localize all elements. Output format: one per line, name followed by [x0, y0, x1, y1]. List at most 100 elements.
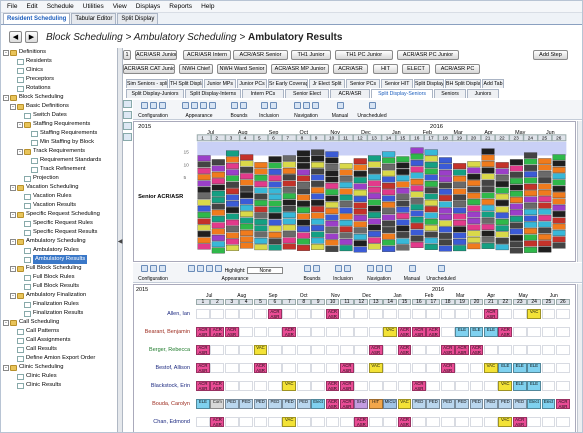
empty-cell[interactable]	[196, 417, 210, 427]
empty-cell[interactable]	[296, 345, 311, 355]
empty-cell[interactable]	[196, 309, 210, 319]
schedule-block-cell[interactable]	[552, 192, 566, 199]
schedule-block-cell[interactable]	[438, 220, 452, 227]
schedule-block-cell[interactable]	[367, 205, 381, 212]
schedule-block-cell[interactable]	[353, 234, 367, 240]
sidebar-item-ambulatory-finalization[interactable]: - Ambulatory Finalization	[1, 291, 117, 300]
schedule-block-cell[interactable]	[410, 223, 424, 230]
schedule-block-cell[interactable]	[197, 243, 211, 250]
schedule-block-cell[interactable]	[552, 185, 566, 192]
schedule-block-cell[interactable]	[453, 163, 467, 170]
tab-resident-scheduling[interactable]: Resident Scheduling	[3, 13, 71, 24]
manual-tool-icon[interactable]	[336, 102, 344, 109]
empty-cell[interactable]	[325, 327, 340, 337]
empty-cell[interactable]	[527, 345, 541, 355]
schedule-block-cell[interactable]	[495, 225, 509, 232]
schedule-block-cell[interactable]	[268, 244, 282, 251]
schedule-block-cell[interactable]	[410, 179, 424, 185]
schedule-block-cell[interactable]	[495, 174, 509, 181]
block-header[interactable]	[281, 134, 297, 142]
upper-scrollbar[interactable]	[577, 121, 582, 262]
navigation-tool-icon[interactable]	[366, 265, 374, 272]
schedule-block-cell[interactable]	[268, 194, 282, 201]
schedule-block-cell[interactable]	[438, 195, 452, 202]
grid-view-icon[interactable]	[123, 133, 132, 141]
schedule-block-cell[interactable]	[382, 246, 396, 252]
schedule-block-cell[interactable]	[254, 162, 268, 169]
schedule-block-cell[interactable]	[538, 177, 552, 184]
schedule-block-cell[interactable]	[225, 200, 240, 207]
schedule-block-cell[interactable]	[382, 233, 396, 240]
schedule-block-cell[interactable]	[467, 180, 481, 187]
schedule-block-cell[interactable]	[225, 194, 240, 201]
appearance-tool-icon[interactable]	[209, 102, 216, 109]
schedule-block-cell[interactable]	[467, 205, 481, 212]
schedule-block-cell[interactable]	[396, 175, 410, 182]
schedule-cell[interactable]: ELE	[455, 327, 469, 337]
schedule-block-cell[interactable]	[467, 173, 481, 180]
block-header[interactable]	[239, 134, 255, 142]
schedule-block-cell[interactable]	[410, 204, 424, 211]
schedule-block-cell[interactable]	[396, 244, 410, 251]
schedule-block-cell[interactable]	[524, 221, 538, 228]
schedule-block-cell[interactable]	[524, 228, 538, 234]
sidebar-item-vacation-results[interactable]: Vacation Results	[1, 201, 117, 210]
expand-toggle-icon[interactable]: -	[3, 94, 9, 101]
step-button-th1-pc-junior[interactable]: TH1 PC Junior	[335, 50, 393, 60]
appearance-tool-icon[interactable]	[182, 102, 189, 109]
step-button-acr-asr-junior[interactable]: ACR/ASR Junior	[135, 50, 177, 60]
empty-cell[interactable]	[541, 363, 556, 373]
schedule-block-cell[interactable]	[325, 208, 339, 215]
empty-cell[interactable]	[253, 309, 268, 319]
schedule-block-cell[interactable]	[396, 162, 410, 169]
sidebar-item-ambulatory-results[interactable]: Ambulatory Results	[1, 255, 117, 264]
schedule-block-cell[interactable]	[268, 238, 282, 245]
schedule-block-cell[interactable]	[424, 206, 438, 213]
empty-cell[interactable]	[469, 381, 484, 391]
schedule-block-cell[interactable]	[424, 181, 438, 187]
schedule-block-cell[interactable]	[268, 200, 282, 207]
empty-cell[interactable]	[455, 417, 469, 427]
empty-cell[interactable]	[296, 363, 311, 373]
schedule-block-cell[interactable]	[225, 238, 240, 245]
schedule-block-cell[interactable]	[339, 201, 353, 207]
schedule-block-cell[interactable]	[438, 176, 452, 183]
schedule-block-cell[interactable]	[367, 231, 381, 237]
schedule-block-cell[interactable]	[197, 231, 211, 237]
menu-file[interactable]: File	[7, 3, 17, 10]
schedule-cell[interactable]: ACR ASR	[282, 327, 297, 337]
schedule-block-cell[interactable]	[524, 177, 538, 184]
schedule-block-cell[interactable]	[552, 179, 566, 186]
appearance-tool-icon[interactable]	[214, 265, 222, 272]
schedule-block-cell[interactable]	[296, 232, 310, 239]
schedule-block-cell[interactable]	[268, 206, 282, 213]
step-button-acr-asr-intern[interactable]: ACR/ASR Intern	[183, 50, 231, 60]
schedule-block-cell[interactable]	[282, 218, 296, 225]
schedule-cell[interactable]: ACR ASR	[196, 327, 210, 337]
schedule-block-cell[interactable]	[396, 238, 410, 245]
schedule-cell[interactable]: ACR ASR	[325, 381, 340, 391]
schedule-block-cell[interactable]	[197, 174, 211, 181]
schedule-cell[interactable]: ACR ASR	[253, 363, 268, 373]
expand-toggle-icon[interactable]: -	[3, 319, 9, 326]
schedule-block-cell[interactable]	[325, 246, 339, 252]
empty-cell[interactable]	[412, 309, 426, 319]
schedule-block-cell[interactable]	[481, 186, 495, 193]
empty-cell[interactable]	[268, 363, 282, 373]
schedule-block-cell[interactable]	[296, 194, 310, 201]
schedule-cell[interactable]: PED	[224, 399, 239, 409]
inclusion-tool-icon[interactable]	[335, 265, 342, 272]
schedule-cell[interactable]: PED	[498, 399, 513, 409]
schedule-block-cell[interactable]	[325, 157, 339, 164]
unscheduled-tool-icon[interactable]	[437, 265, 445, 272]
sidebar-item-call-assignments[interactable]: Call Assignments	[1, 336, 117, 345]
step-button-elect[interactable]: ELECT	[402, 64, 430, 74]
schedule-block-cell[interactable]	[225, 213, 240, 220]
schedule-cell[interactable]: ACR ASR	[224, 327, 239, 337]
schedule-cell[interactable]: VAC	[527, 309, 541, 319]
block-header[interactable]	[196, 134, 212, 142]
empty-cell[interactable]	[210, 363, 225, 373]
appearance-tool-icon[interactable]	[196, 265, 204, 272]
schedule-block-cell[interactable]	[254, 212, 268, 219]
schedule-block-cell[interactable]	[524, 158, 538, 165]
